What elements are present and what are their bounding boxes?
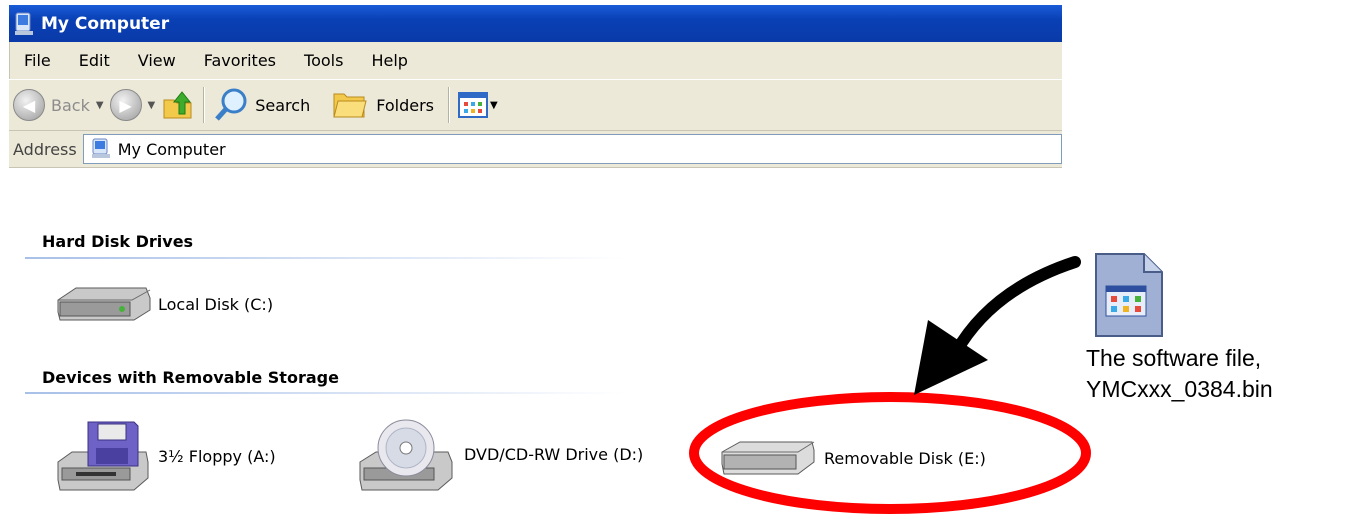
drive-label: DVD/CD-RW Drive (D:) — [464, 444, 644, 464]
address-value: My Computer — [117, 139, 226, 159]
window-title: My Computer — [41, 13, 170, 34]
menu-tools[interactable]: Tools — [290, 51, 357, 70]
toolbar-separator — [203, 87, 206, 123]
address-bar: Address My Computer — [9, 131, 1062, 168]
curved-arrow — [914, 256, 1081, 395]
forward-button[interactable]: ▶ ▼ — [109, 89, 162, 121]
drive-label: Local Disk (C:) — [158, 294, 274, 314]
menu-help[interactable]: Help — [357, 51, 421, 70]
forward-dropdown-icon[interactable]: ▼ — [148, 100, 156, 111]
back-button[interactable]: ◀ Back ▼ — [13, 89, 110, 121]
up-folder-icon[interactable] — [161, 88, 195, 122]
folders-icon — [333, 93, 367, 118]
hard-drive-icon — [57, 287, 151, 321]
drive-floppy-a[interactable]: 3½ Floppy (A:) — [52, 418, 276, 494]
address-field[interactable]: My Computer — [82, 134, 1062, 164]
menu-edit[interactable]: Edit — [65, 51, 124, 70]
toolbar-separator-2 — [448, 87, 450, 123]
drive-dvd-cdrw-d[interactable]: DVD/CD-RW Drive (D:) — [358, 414, 643, 494]
annotation-note: The software file, YMCxxx_0384.bin — [1086, 343, 1273, 405]
search-label: Search — [255, 95, 311, 115]
optical-drive-icon — [359, 419, 453, 491]
menu-view[interactable]: View — [124, 51, 190, 70]
back-arrow-icon: ◀ — [13, 89, 45, 121]
group-title-removable: Devices with Removable Storage — [42, 368, 339, 387]
views-icon — [458, 92, 488, 118]
search-button[interactable]: Search — [213, 86, 310, 124]
explorer-window: My Computer File Edit View Favorites Too… — [9, 5, 1062, 168]
my-computer-icon — [91, 138, 110, 158]
folders-button[interactable]: Folders — [332, 88, 434, 122]
software-file-icon — [1095, 253, 1163, 337]
views-button[interactable]: ▼ — [458, 92, 504, 118]
forward-arrow-icon: ▶ — [109, 89, 142, 121]
group-title-hard-disks: Hard Disk Drives — [42, 232, 194, 251]
address-label: Address — [13, 139, 77, 159]
annotation-line-2: YMCxxx_0384.bin — [1086, 376, 1273, 402]
my-computer-icon — [15, 12, 33, 35]
menu-file[interactable]: File — [10, 51, 65, 70]
menu-favorites[interactable]: Favorites — [190, 51, 290, 70]
annotation-line-1: The software file, — [1086, 345, 1262, 371]
standard-toolbar: ◀ Back ▼ ▶ ▼ Search Folders ▼ — [9, 79, 1062, 131]
floppy-drive-icon — [57, 421, 149, 491]
drive-local-disk-c[interactable]: Local Disk (C:) — [56, 284, 273, 324]
group-divider — [25, 257, 625, 259]
title-bar: My Computer — [9, 5, 1062, 42]
menu-bar: File Edit View Favorites Tools Help — [9, 42, 1062, 79]
drive-label: 3½ Floppy (A:) — [158, 446, 276, 466]
group-divider — [25, 392, 625, 394]
back-dropdown-icon[interactable]: ▼ — [96, 100, 104, 111]
folders-label: Folders — [376, 95, 434, 115]
views-dropdown-icon[interactable]: ▼ — [490, 100, 498, 111]
search-icon — [215, 88, 247, 121]
back-label: Back — [51, 95, 90, 115]
